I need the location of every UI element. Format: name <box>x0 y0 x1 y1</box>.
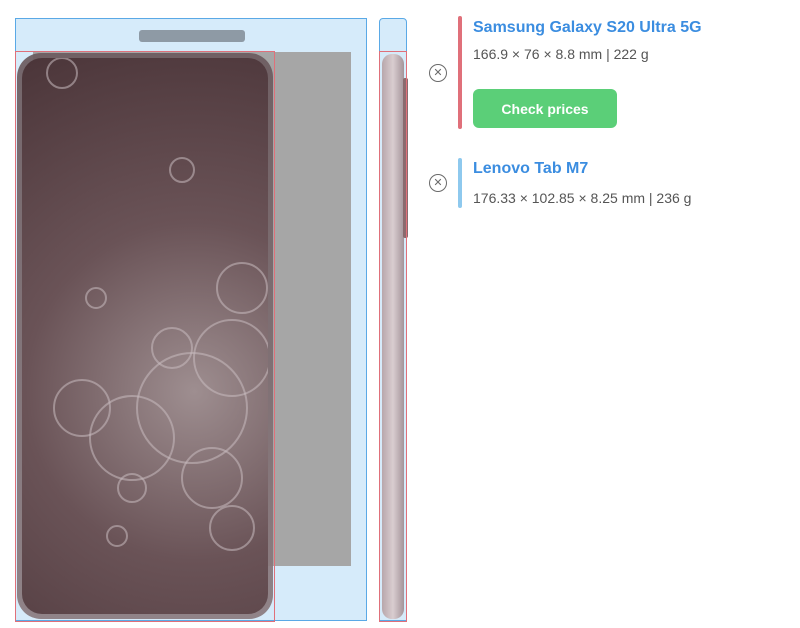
device-specs: 176.33 × 102.85 × 8.25 mm | 236 g <box>473 190 692 206</box>
device-specs: 166.9 × 76 × 8.8 mm | 222 g <box>473 46 649 62</box>
phone-side-outline <box>379 51 407 622</box>
device-name-link[interactable]: Samsung Galaxy S20 Ultra 5G <box>473 19 702 37</box>
device-color-bar <box>458 16 462 129</box>
circle-x-icon[interactable]: ✕ <box>429 64 447 82</box>
device-name-link[interactable]: Lenovo Tab M7 <box>473 160 588 178</box>
size-comparison-stage: ✕ Samsung Galaxy S20 Ultra 5G 166.9 × 76… <box>0 0 800 628</box>
tablet-camera-bar <box>139 30 245 42</box>
check-prices-button[interactable]: Check prices <box>473 89 617 128</box>
circle-x-icon[interactable]: ✕ <box>429 174 447 192</box>
phone-front-outline <box>15 51 275 622</box>
device-color-bar <box>458 158 462 208</box>
